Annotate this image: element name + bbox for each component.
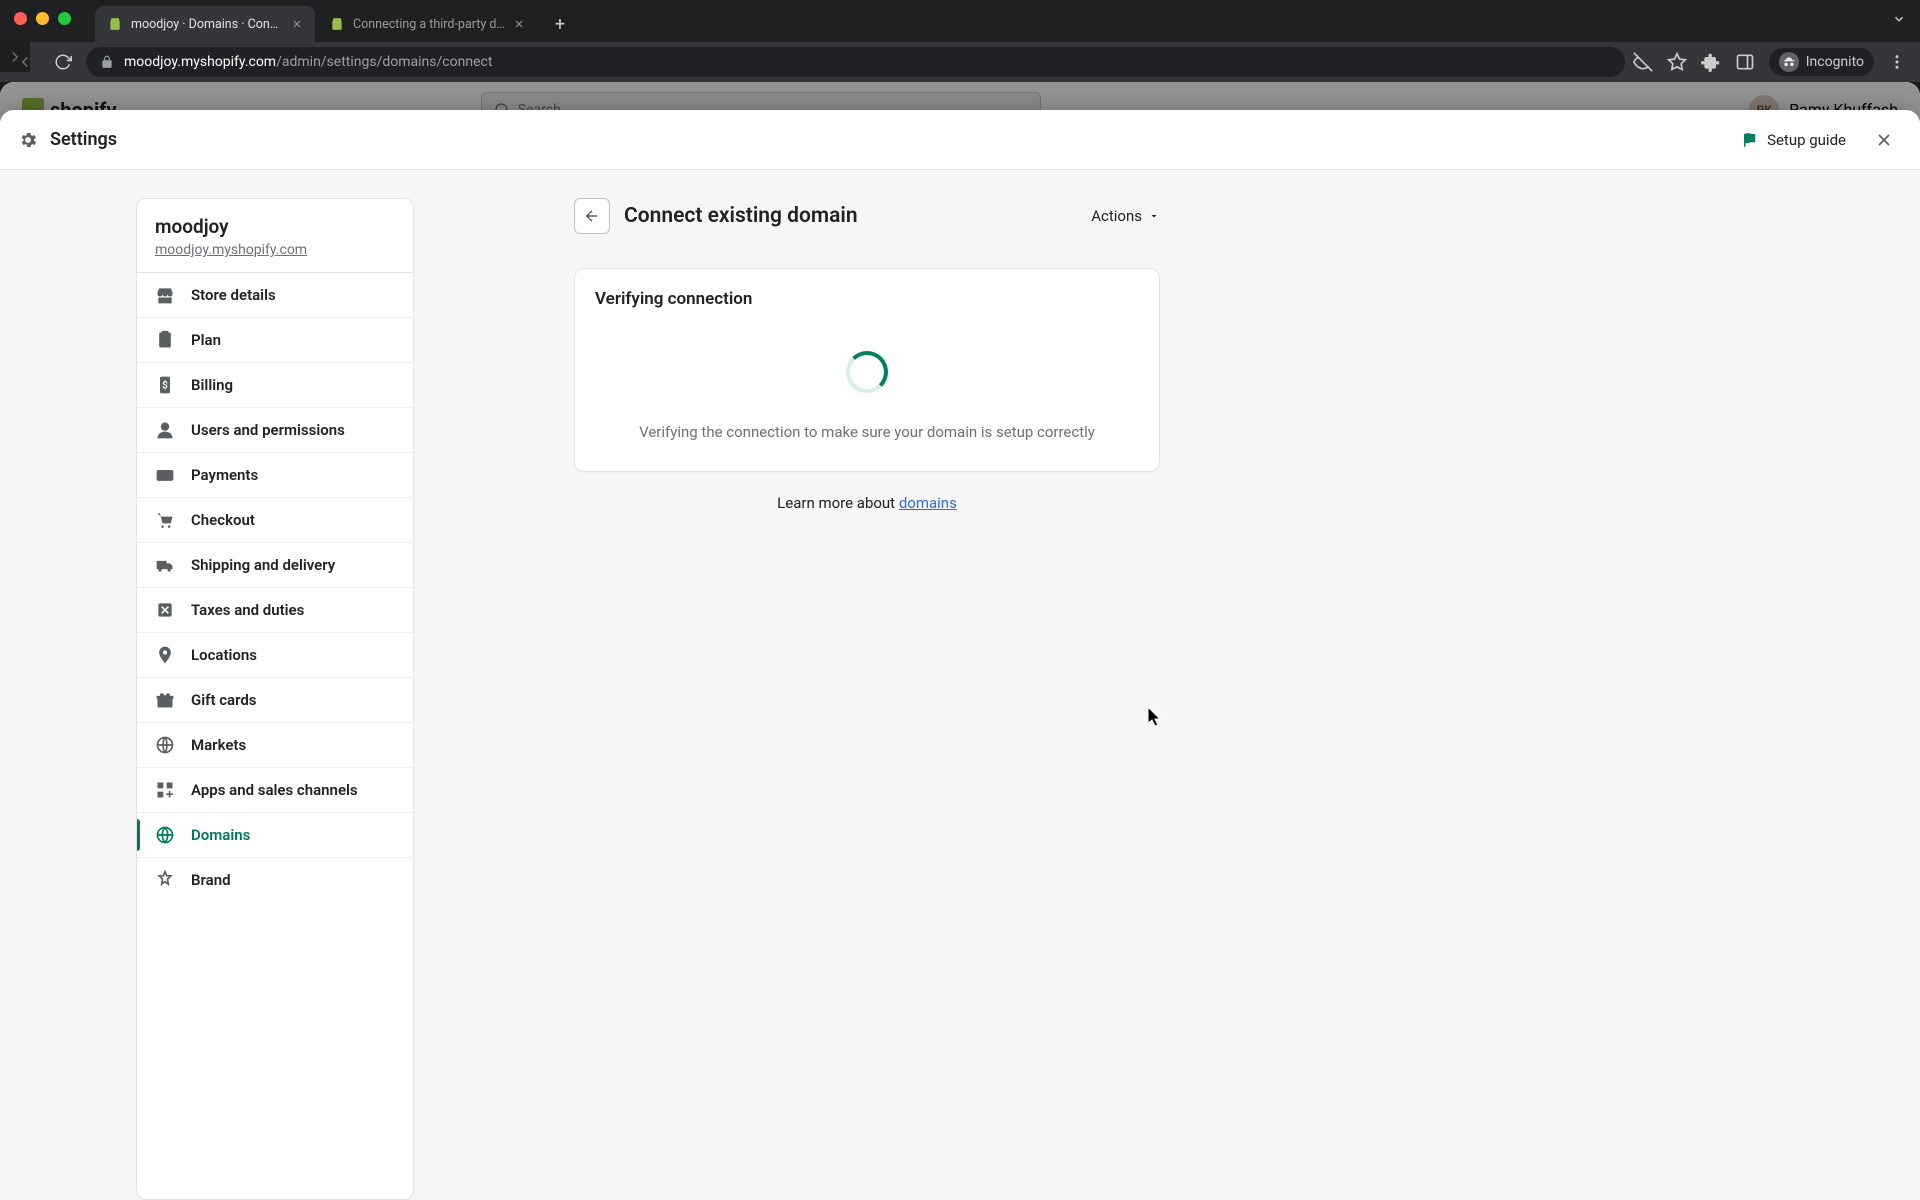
url-field[interactable]: moodjoy.myshopify.com/admin/settings/dom… — [86, 47, 1625, 77]
sidebar-item-store[interactable]: Store details — [137, 273, 413, 318]
sidebar-item-gift[interactable]: Gift cards — [137, 678, 413, 723]
card-title: Verifying connection — [595, 289, 1139, 309]
main-content: Connect existing domain Actions Verifyin… — [574, 198, 1160, 1200]
billing-icon: $ — [155, 375, 175, 395]
sidebar-item-domains[interactable]: Domains — [137, 813, 413, 858]
tab-title: moodjoy · Domains · Connect e — [131, 17, 283, 32]
store-icon — [155, 285, 175, 305]
tab-close-icon[interactable] — [513, 18, 525, 30]
new-tab-button[interactable]: + — [545, 9, 575, 39]
sidebar-item-label: Taxes and duties — [191, 601, 304, 619]
plan-icon — [155, 330, 175, 350]
sidebar-item-label: Plan — [191, 331, 221, 349]
browser-tab[interactable]: Connecting a third-party doma — [317, 6, 537, 42]
profile-chip[interactable]: Incognito — [1769, 48, 1874, 76]
sidebar-item-taxes[interactable]: Taxes and duties — [137, 588, 413, 633]
sidebar-item-billing[interactable]: $ Billing — [137, 363, 413, 408]
sidebar-item-label: Brand — [191, 871, 231, 889]
caret-down-icon — [1148, 210, 1160, 222]
domains-help-link[interactable]: domains — [899, 494, 957, 512]
sidebar-item-apps[interactable]: Apps and sales channels — [137, 768, 413, 813]
learn-more-text: Learn more about domains — [574, 494, 1160, 512]
flag-icon — [1741, 131, 1759, 149]
store-info: moodjoy moodjoy.myshopify.com — [137, 199, 413, 273]
store-url-link[interactable]: moodjoy.myshopify.com — [155, 242, 395, 258]
users-icon — [155, 420, 175, 440]
gear-icon — [18, 130, 38, 150]
sidebar-item-plan[interactable]: Plan — [137, 318, 413, 363]
tabs-dropdown-icon[interactable] — [1892, 12, 1906, 26]
close-window-icon[interactable] — [14, 12, 27, 25]
sidebar-item-label: Shipping and delivery — [191, 556, 335, 574]
lock-icon — [100, 55, 114, 69]
apps-icon — [155, 780, 175, 800]
actions-dropdown[interactable]: Actions — [1091, 207, 1160, 225]
settings-sidebar: moodjoy moodjoy.myshopify.com Store deta… — [136, 198, 414, 1200]
payments-icon — [155, 465, 175, 485]
verifying-text: Verifying the connection to make sure yo… — [639, 423, 1095, 441]
sidebar-item-label: Billing — [191, 376, 233, 394]
reload-icon[interactable] — [48, 47, 78, 77]
bookmark-star-icon[interactable] — [1667, 52, 1687, 72]
sidebar-item-label: Users and permissions — [191, 421, 345, 439]
url-text: moodjoy.myshopify.com/admin/settings/dom… — [124, 54, 492, 70]
browser-url-bar: moodjoy.myshopify.com/admin/settings/dom… — [0, 42, 1920, 82]
extensions-icon[interactable] — [1701, 52, 1721, 72]
sidebar-item-label: Locations — [191, 646, 257, 664]
forward-nav-icon[interactable] — [0, 42, 30, 72]
sidebar-item-label: Store details — [191, 286, 276, 304]
macos-window-controls — [14, 12, 71, 25]
tab-favicon — [107, 16, 123, 32]
maximize-window-icon[interactable] — [58, 12, 71, 25]
settings-title-text: Settings — [50, 129, 117, 150]
tab-favicon — [329, 16, 345, 32]
markets-icon — [155, 735, 175, 755]
sidebar-item-label: Apps and sales channels — [191, 781, 358, 799]
sidebar-item-label: Gift cards — [191, 691, 257, 709]
checkout-icon — [155, 510, 175, 530]
sidebar-item-label: Markets — [191, 736, 246, 754]
store-name: moodjoy — [155, 215, 395, 238]
side-panel-icon[interactable] — [1735, 52, 1755, 72]
settings-panel: Settings Setup guide moodjoy — [0, 110, 1920, 1200]
minimize-window-icon[interactable] — [36, 12, 49, 25]
loading-spinner-icon — [846, 351, 888, 393]
sidebar-item-label: Payments — [191, 466, 258, 484]
verifying-card: Verifying connection Verifying the conne… — [574, 268, 1160, 472]
browser-menu-icon[interactable] — [1888, 53, 1906, 71]
tab-close-icon[interactable] — [291, 18, 303, 30]
sidebar-item-brand[interactable]: Brand — [137, 858, 413, 902]
setup-guide-link[interactable]: Setup guide — [1741, 131, 1846, 149]
sidebar-item-users[interactable]: Users and permissions — [137, 408, 413, 453]
page-header: Connect existing domain Actions — [574, 198, 1160, 234]
gift-icon — [155, 690, 175, 710]
back-button[interactable] — [574, 198, 610, 234]
eye-off-icon[interactable] — [1633, 52, 1653, 72]
browser-tabs-bar: moodjoy · Domains · Connect e Connecting… — [0, 0, 1920, 42]
domains-icon — [155, 825, 175, 845]
shipping-icon — [155, 555, 175, 575]
browser-tab[interactable]: moodjoy · Domains · Connect e — [95, 6, 315, 42]
sidebar-item-label: Checkout — [191, 511, 255, 529]
settings-header: Settings Setup guide — [0, 110, 1920, 170]
sidebar-item-shipping[interactable]: Shipping and delivery — [137, 543, 413, 588]
taxes-icon — [155, 600, 175, 620]
page-title: Connect existing domain — [624, 204, 1077, 228]
sidebar-item-checkout[interactable]: Checkout — [137, 498, 413, 543]
incognito-icon — [1779, 52, 1799, 72]
locations-icon — [155, 645, 175, 665]
svg-text:$: $ — [162, 378, 168, 391]
sidebar-item-label: Domains — [191, 826, 250, 844]
brand-icon — [155, 870, 175, 890]
sidebar-item-locations[interactable]: Locations — [137, 633, 413, 678]
sidebar-item-markets[interactable]: Markets — [137, 723, 413, 768]
close-panel-button[interactable] — [1866, 126, 1902, 154]
tab-title: Connecting a third-party doma — [353, 17, 505, 32]
sidebar-item-payments[interactable]: Payments — [137, 453, 413, 498]
